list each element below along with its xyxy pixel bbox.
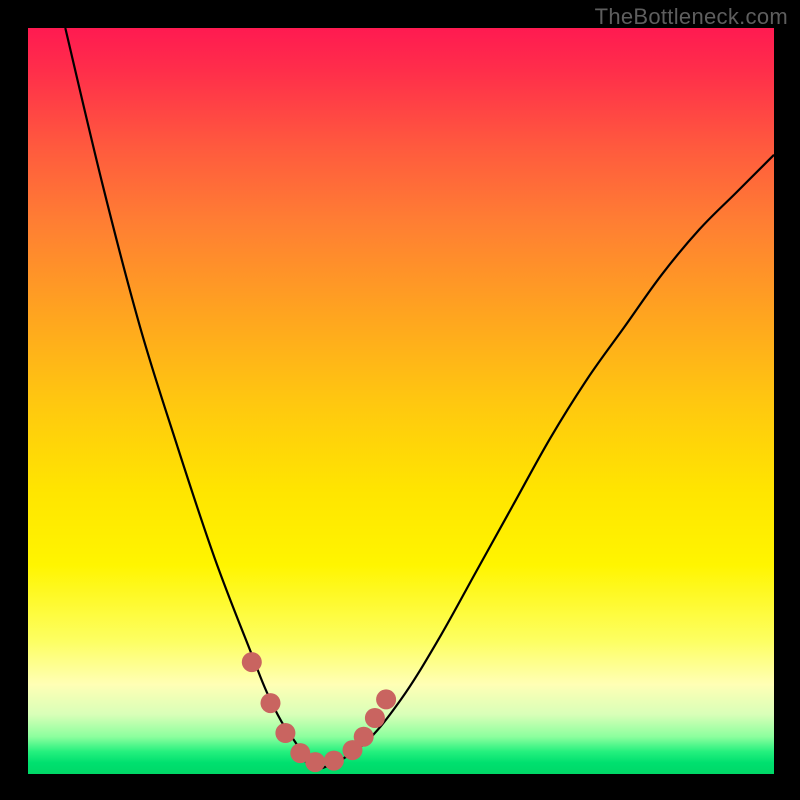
curve-marker — [261, 693, 281, 713]
bottleneck-curve-path — [65, 28, 774, 769]
chart-stage: TheBottleneck.com — [0, 0, 800, 800]
curve-marker — [275, 723, 295, 743]
curve-marker — [376, 689, 396, 709]
curve-marker — [365, 708, 385, 728]
curve-marker — [242, 652, 262, 672]
plot-area — [28, 28, 774, 774]
curve-marker — [305, 752, 325, 772]
marker-group — [242, 652, 396, 772]
curve-marker — [354, 727, 374, 747]
curve-marker — [324, 751, 344, 771]
curve-svg — [28, 28, 774, 774]
watermark-text: TheBottleneck.com — [595, 4, 788, 30]
